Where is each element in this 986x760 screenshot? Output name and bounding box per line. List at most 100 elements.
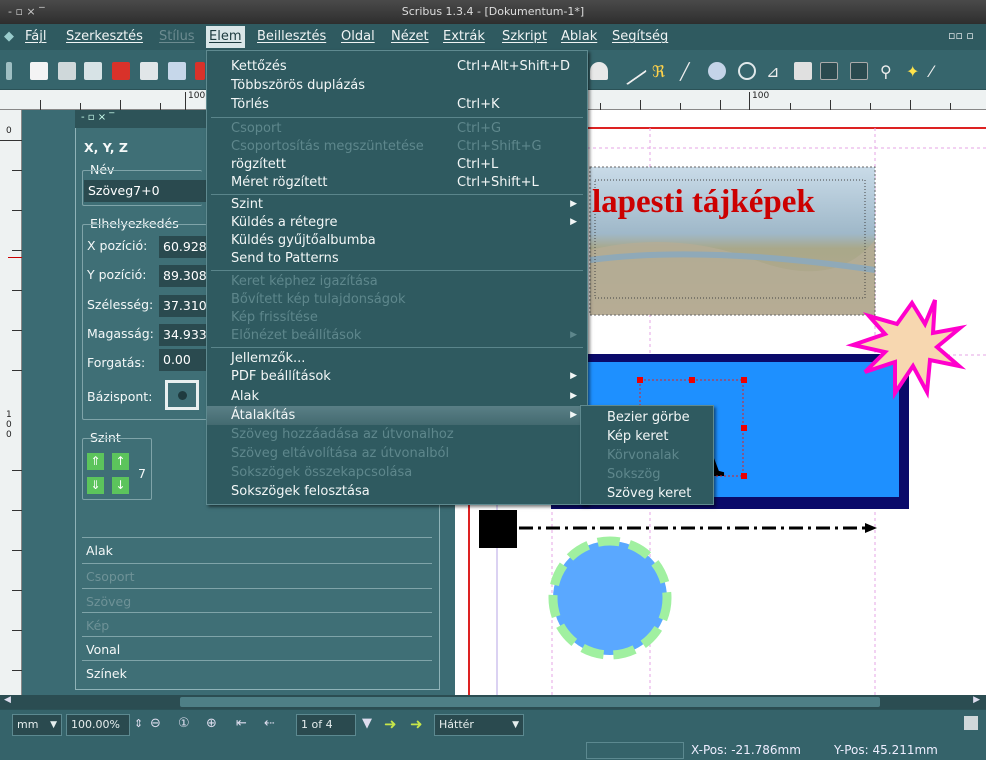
- submenu-item-text-frame[interactable]: Szöveg keret: [581, 484, 713, 503]
- menu-script[interactable]: Szkript: [502, 29, 547, 44]
- height-field[interactable]: 34.933: [159, 324, 207, 346]
- basepoint-selector[interactable]: [165, 380, 199, 410]
- next-page-icon[interactable]: ➜: [384, 715, 397, 733]
- palette-tab-title[interactable]: X, Y, Z: [84, 140, 128, 155]
- menu-item-split-polygons[interactable]: Sokszögek felosztása: [207, 482, 587, 501]
- menu-item-convert-to[interactable]: Átalakítás ▶: [207, 406, 587, 425]
- scroll-right-icon[interactable]: ▶: [973, 695, 980, 705]
- menu-item-combine-polygons[interactable]: Sokszögek összekapcsolása: [207, 463, 587, 482]
- pdf-export-icon[interactable]: [195, 62, 205, 80]
- x-position-field[interactable]: 60.928: [159, 236, 207, 258]
- unit-select[interactable]: mm ▼: [12, 714, 62, 736]
- submenu-item-polygon[interactable]: Sokszög: [581, 465, 713, 484]
- menu-help[interactable]: Segítség: [612, 29, 668, 44]
- level-value: 7: [138, 466, 146, 481]
- edit-contents-icon[interactable]: ⊿: [766, 62, 784, 81]
- zoom-tool-icon[interactable]: [738, 62, 756, 80]
- menu-edit[interactable]: Szerkesztés: [66, 29, 143, 44]
- menu-item-ungroup[interactable]: Csoportosítás megszüntetése Ctrl+Shift+G: [207, 137, 587, 156]
- raise-to-top-icon[interactable]: ⇑: [87, 453, 104, 470]
- eyedropper-icon[interactable]: ⁄: [930, 62, 948, 81]
- menu-item-level[interactable]: Szint ▶: [207, 195, 587, 214]
- vertical-ruler[interactable]: 0 1 0 0: [0, 110, 22, 695]
- page-dropdown-icon[interactable]: ▼: [362, 716, 372, 731]
- menu-item-send-to-patterns[interactable]: Send to Patterns: [207, 249, 587, 268]
- menu-item-adjust-frame[interactable]: Keret képhez igazítása: [207, 272, 587, 291]
- menu-item-lock[interactable]: rögzített Ctrl+L: [207, 155, 587, 174]
- copy-properties-icon[interactable]: ⚲: [880, 62, 898, 81]
- menu-item-update-image[interactable]: Kép frissítése: [207, 308, 587, 327]
- lower-icon[interactable]: ↓: [112, 477, 129, 494]
- menu-page[interactable]: Oldal: [341, 29, 375, 44]
- menu-item-send-to-scrapbook[interactable]: Küldés gyűjtőalbumba: [207, 231, 587, 250]
- menu-item-lock-size[interactable]: Méret rögzített Ctrl+Shift+L: [207, 173, 587, 192]
- preflight-icon[interactable]: [168, 62, 186, 80]
- menu-item-detach-text-from-path[interactable]: Szöveg eltávolítása az útvonalból: [207, 444, 587, 463]
- menu-item-duplicate[interactable]: Kettőzés Ctrl+Alt+Shift+D: [207, 57, 587, 76]
- zoom-spinner-icon[interactable]: ⇕: [134, 717, 143, 730]
- menu-item-send-to-layer[interactable]: Küldés a rétegre ▶: [207, 213, 587, 232]
- menu-item-extended-image[interactable]: Bővített kép tulajdonságok: [207, 290, 587, 309]
- eyedropper-star-icon[interactable]: ✦: [906, 62, 924, 81]
- submenu-item-outlines[interactable]: Körvonalak: [581, 446, 713, 465]
- last-page-icon[interactable]: ➜: [410, 715, 423, 733]
- polygon-tool-icon[interactable]: [590, 62, 608, 80]
- lower-to-bottom-icon[interactable]: ⇓: [87, 477, 104, 494]
- menu-item-pdf-options[interactable]: PDF beállítások ▶: [207, 367, 587, 386]
- width-field[interactable]: 37.310: [159, 295, 207, 317]
- rotation-field[interactable]: 0.00: [159, 349, 207, 371]
- menu-item[interactable]: Elem: [206, 26, 245, 48]
- save-icon[interactable]: [84, 62, 102, 80]
- menu-extras[interactable]: Extrák: [443, 29, 485, 44]
- horizontal-scrollbar[interactable]: ◀ ▶: [0, 695, 986, 709]
- menu-view[interactable]: Nézet: [391, 29, 429, 44]
- scrollbar-thumb[interactable]: [180, 697, 880, 707]
- page-field[interactable]: 1 of 4: [296, 714, 356, 736]
- name-field[interactable]: Szöveg7+0: [84, 180, 206, 202]
- new-document-icon[interactable]: [30, 62, 48, 80]
- section-text[interactable]: Szöveg: [82, 588, 432, 614]
- zoom-out-icon[interactable]: ⊖: [150, 716, 161, 731]
- section-group[interactable]: Csoport: [82, 563, 432, 589]
- mdi-controls[interactable]: ▫▫ ▫: [948, 29, 974, 42]
- menu-insert[interactable]: Beillesztés: [257, 29, 326, 44]
- freehand-tool-icon[interactable]: ╱: [680, 62, 698, 81]
- layer-select[interactable]: Háttér ▼: [434, 714, 524, 736]
- prev-page-icon[interactable]: ⇠: [264, 716, 275, 731]
- bezier-tool-icon[interactable]: ℜ: [652, 62, 670, 81]
- menu-item-shape[interactable]: Alak ▶: [207, 387, 587, 406]
- measurements-icon[interactable]: [850, 62, 868, 80]
- section-image[interactable]: Kép: [82, 612, 432, 638]
- menu-item-preview-settings[interactable]: Előnézet beállítások ▶: [207, 326, 587, 345]
- unlink-frames-icon[interactable]: [820, 62, 838, 80]
- menu-item-attach-text-to-path[interactable]: Szöveg hozzáadása az útvonalhoz: [207, 425, 587, 444]
- section-colors[interactable]: Színek: [82, 660, 432, 686]
- print-icon[interactable]: [140, 62, 158, 80]
- menu-style[interactable]: Stílus: [159, 29, 195, 44]
- first-page-icon[interactable]: ⇤: [236, 716, 247, 731]
- rotate-tool-icon[interactable]: [708, 62, 726, 80]
- menu-windows[interactable]: Ablak: [561, 29, 597, 44]
- y-position-field[interactable]: 89.308: [159, 265, 207, 287]
- tablet-icon[interactable]: [964, 716, 978, 730]
- menu-item-group[interactable]: Csoport Ctrl+G: [207, 119, 587, 138]
- basepoint-center-dot[interactable]: [178, 391, 187, 400]
- submenu-item-image-frame[interactable]: Kép keret: [581, 427, 713, 446]
- zoom-100-icon[interactable]: ①: [178, 716, 190, 731]
- scroll-left-icon[interactable]: ◀: [4, 695, 11, 705]
- raise-icon[interactable]: ↑: [112, 453, 129, 470]
- menu-separator: [211, 347, 583, 348]
- palette-controls[interactable]: - ▫ × ‾: [81, 112, 114, 123]
- section-shape[interactable]: Alak: [82, 537, 432, 563]
- section-line[interactable]: Vonal: [82, 636, 432, 662]
- menu-item-delete[interactable]: Törlés Ctrl+K: [207, 95, 587, 114]
- zoom-field[interactable]: 100.00%: [66, 714, 130, 736]
- open-folder-icon[interactable]: [58, 62, 76, 80]
- menu-item-attributes[interactable]: Jellemzők...: [207, 349, 587, 368]
- menu-file[interactable]: Fájl: [25, 29, 46, 44]
- zoom-in-icon[interactable]: ⊕: [206, 716, 217, 731]
- close-document-icon[interactable]: [112, 62, 130, 80]
- link-frames-icon[interactable]: [794, 62, 812, 80]
- submenu-item-bezier[interactable]: Bezier görbe: [581, 408, 713, 427]
- menu-item-multiple-duplicate[interactable]: Többszörös duplázás: [207, 76, 587, 95]
